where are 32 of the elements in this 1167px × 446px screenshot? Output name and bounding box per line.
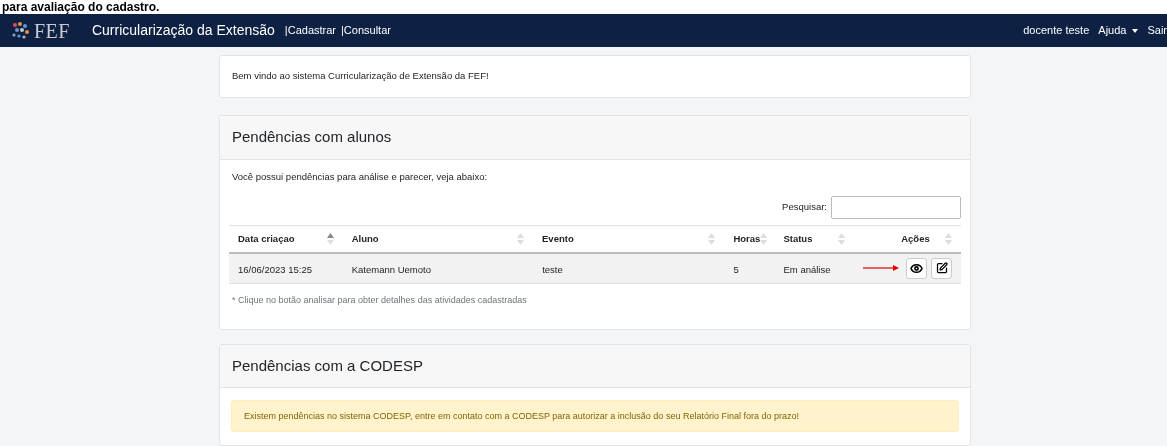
footnote-text: * Clique no botão analisar para obter detalhes das atividades cadastradas [232, 293, 528, 307]
column-header[interactable]: Status [783, 231, 813, 246]
table-cell: 16/06/2023 15:25 [238, 264, 312, 276]
alert-text: Existem pendências no sistema CODESP, entre em contato com a CODESP para autorizar a inclusão do seu Relatório Final fora do prazo! [244, 409, 799, 423]
logo-text: FEF [34, 18, 70, 44]
nav-menu[interactable]: Ajuda [1098, 22, 1139, 39]
card-title: Pendências com alunos [232, 126, 392, 147]
table-cell: 5 [733, 264, 739, 276]
edit-button[interactable] [931, 257, 953, 279]
column-header[interactable]: Evento [542, 231, 574, 246]
column-header[interactable]: Aluno [351, 231, 379, 246]
column-header[interactable]: Ações [901, 231, 930, 246]
eye-icon [910, 261, 924, 275]
intro-text: Você possui pendências para análise e parecer, veja abaixo: [232, 169, 489, 184]
caption-text: para avaliação do cadastro. [2, 1, 160, 14]
table-cell: Em análise [783, 264, 831, 276]
nav-link[interactable]: |Cadastrar [284, 22, 336, 39]
search-field[interactable] [831, 195, 961, 219]
search-label: Pesquisar: [782, 200, 827, 215]
app-title[interactable]: Curricularização da Extensão [91, 20, 275, 41]
welcome-text: Bem vindo ao sistema Curricularização de Extensão da FEF! [232, 69, 489, 84]
card-title: Pendências com a CODESP [232, 356, 423, 377]
nav-link[interactable]: |Consultar [341, 22, 391, 39]
table-cell: Katemann Uemoto [351, 264, 431, 276]
column-header[interactable]: Data criaçao [238, 231, 295, 246]
table-cell: teste [542, 264, 563, 276]
user-name[interactable]: docente teste [1023, 22, 1090, 39]
view-button[interactable] [906, 257, 928, 279]
logo-icon [10, 20, 32, 41]
nav-menu[interactable]: Sair [1147, 22, 1167, 39]
column-header[interactable]: Horas [733, 231, 761, 246]
edit-icon [935, 262, 948, 275]
